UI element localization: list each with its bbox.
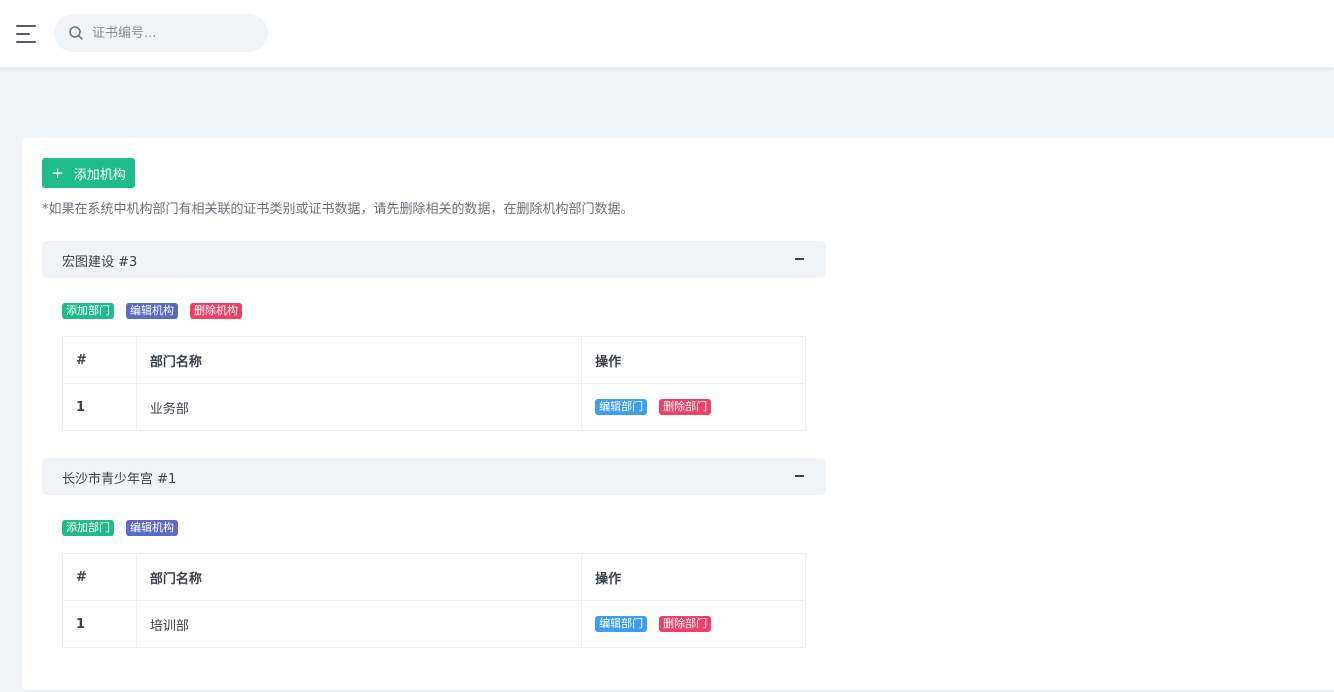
- column-header-ops: 操作: [581, 336, 806, 384]
- row-operations: 编辑部门 删除部门: [581, 600, 806, 648]
- org-management-card: + 添加机构 *如果在系统中机构部门有相关联的证书类别或证书数据，请先删除相关的…: [22, 138, 1334, 690]
- collapse-icon[interactable]: [795, 475, 804, 477]
- edit-organization-button[interactable]: 编辑机构: [126, 520, 178, 536]
- org-title: 长沙市青少年宫 #1: [62, 472, 177, 487]
- add-organization-label: 添加机构: [73, 167, 126, 183]
- hamburger-menu-icon[interactable]: [16, 25, 36, 43]
- org-actions: 添加部门 编辑机构: [62, 520, 178, 536]
- edit-department-button[interactable]: 编辑部门: [595, 399, 648, 415]
- delete-department-button[interactable]: 删除部门: [659, 616, 712, 632]
- collapse-icon[interactable]: [795, 258, 804, 260]
- row-operations: 编辑部门 删除部门: [581, 383, 806, 431]
- add-organization-button[interactable]: + 添加机构: [42, 158, 135, 188]
- plus-icon: +: [51, 163, 64, 182]
- delete-department-button[interactable]: 删除部门: [659, 399, 712, 415]
- table-row: 1 培训部 编辑部门 删除部门: [62, 600, 806, 648]
- delete-organization-button[interactable]: 删除机构: [190, 303, 242, 319]
- org-section: 宏图建设 #3 添加部门 编辑机构 删除机构 # 部门名称 操作 1 业务部 编…: [42, 241, 826, 431]
- search-icon: [69, 26, 83, 40]
- table-header-row: # 部门名称 操作: [62, 336, 806, 384]
- org-title: 宏图建设 #3: [62, 255, 138, 270]
- department-table: # 部门名称 操作 1 培训部 编辑部门 删除部门: [62, 553, 806, 648]
- column-header-ops: 操作: [581, 553, 806, 601]
- org-header[interactable]: 长沙市青少年宫 #1: [42, 458, 826, 495]
- table-header-row: # 部门名称 操作: [62, 553, 806, 601]
- add-department-button[interactable]: 添加部门: [62, 303, 114, 319]
- org-header[interactable]: 宏图建设 #3: [42, 241, 826, 278]
- row-num: 1: [62, 383, 137, 431]
- column-header-num: #: [62, 553, 137, 601]
- top-bar: [0, 0, 1334, 68]
- department-table: # 部门名称 操作 1 业务部 编辑部门 删除部门: [62, 336, 806, 431]
- org-section: 长沙市青少年宫 #1 添加部门 编辑机构 # 部门名称 操作 1 培训部 编辑部…: [42, 458, 826, 648]
- department-name: 培训部: [135, 600, 583, 648]
- column-header-num: #: [62, 336, 137, 384]
- column-header-name: 部门名称: [135, 336, 583, 384]
- edit-organization-button[interactable]: 编辑机构: [126, 303, 178, 319]
- search-input[interactable]: [92, 14, 262, 52]
- column-header-name: 部门名称: [135, 553, 583, 601]
- org-actions: 添加部门 编辑机构 删除机构: [62, 303, 242, 319]
- search-box: [54, 14, 268, 52]
- notice-text: *如果在系统中机构部门有相关联的证书类别或证书数据，请先删除相关的数据，在删除机…: [42, 202, 634, 217]
- row-num: 1: [62, 600, 137, 648]
- department-name: 业务部: [135, 383, 583, 431]
- edit-department-button[interactable]: 编辑部门: [595, 616, 648, 632]
- add-department-button[interactable]: 添加部门: [62, 520, 114, 536]
- table-row: 1 业务部 编辑部门 删除部门: [62, 383, 806, 431]
